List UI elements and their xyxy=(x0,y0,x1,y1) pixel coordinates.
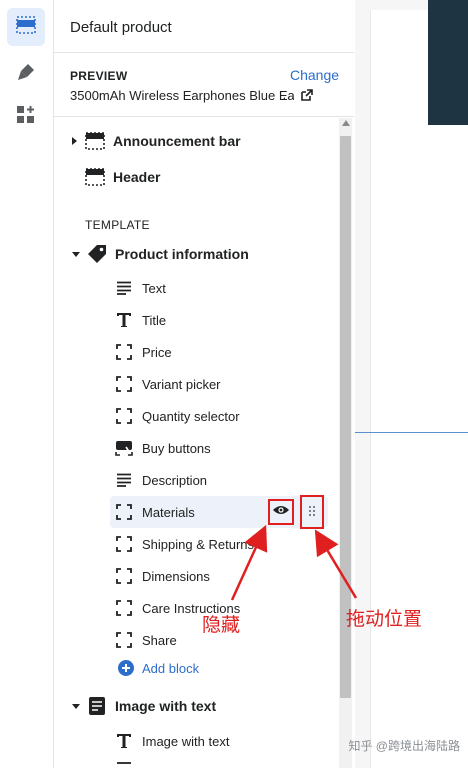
annotation-arrows xyxy=(230,524,358,601)
watermark: 知乎 @跨境出海陆路 xyxy=(348,739,460,753)
hide-annotation: 隐藏 xyxy=(202,614,241,636)
drag-annotation: 拖动位置 xyxy=(346,608,423,630)
